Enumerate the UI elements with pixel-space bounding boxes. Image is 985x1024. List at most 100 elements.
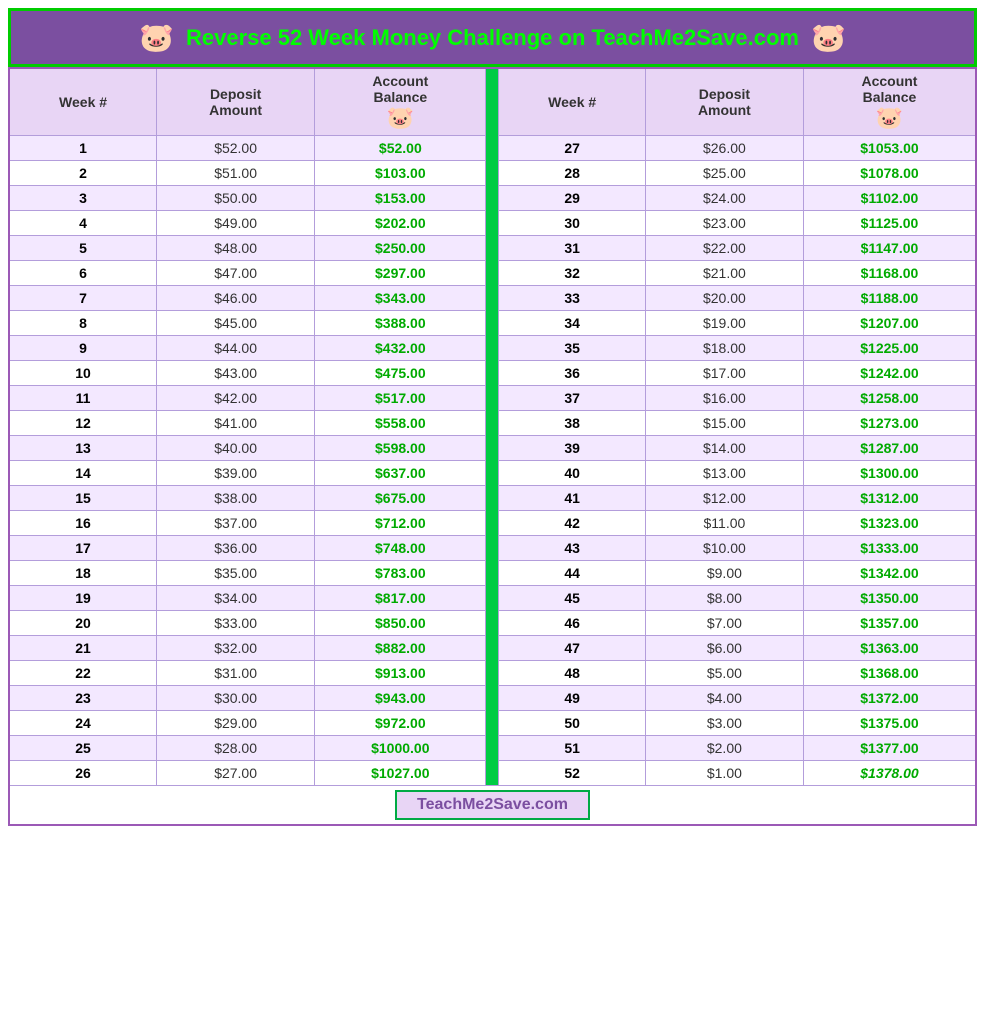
right-deposit-amount: $4.00 [645, 686, 803, 711]
right-balance-amount: $1312.00 [803, 486, 976, 511]
divider-col [486, 336, 499, 361]
right-balance-amount: $1273.00 [803, 411, 976, 436]
table-row: 9$44.00$432.0035$18.00$1225.00 [9, 336, 976, 361]
right-week-num: 32 [499, 261, 645, 286]
left-balance-amount: $343.00 [315, 286, 486, 311]
left-balance-amount: $850.00 [315, 611, 486, 636]
left-deposit-amount: $29.00 [157, 711, 315, 736]
left-week-num: 1 [9, 136, 157, 161]
footer-url: TeachMe2Save.com [395, 790, 590, 820]
page-wrapper: 🐷 Reverse 52 Week Money Challenge on Tea… [0, 0, 985, 834]
left-balance-amount: $598.00 [315, 436, 486, 461]
divider-col [486, 586, 499, 611]
right-balance-header: AccountBalance🐷 [803, 68, 976, 136]
right-week-num: 37 [499, 386, 645, 411]
right-week-num: 30 [499, 211, 645, 236]
left-week-header: Week # [9, 68, 157, 136]
left-deposit-amount: $45.00 [157, 311, 315, 336]
table-row: 12$41.00$558.0038$15.00$1273.00 [9, 411, 976, 436]
left-balance-amount: $297.00 [315, 261, 486, 286]
left-week-num: 12 [9, 411, 157, 436]
table-row: 23$30.00$943.0049$4.00$1372.00 [9, 686, 976, 711]
right-deposit-amount: $20.00 [645, 286, 803, 311]
left-week-num: 16 [9, 511, 157, 536]
right-week-num: 34 [499, 311, 645, 336]
table-row: 11$42.00$517.0037$16.00$1258.00 [9, 386, 976, 411]
table-row: 22$31.00$913.0048$5.00$1368.00 [9, 661, 976, 686]
right-week-num: 40 [499, 461, 645, 486]
left-week-num: 24 [9, 711, 157, 736]
divider-col [486, 536, 499, 561]
right-week-num: 38 [499, 411, 645, 436]
left-week-num: 25 [9, 736, 157, 761]
left-balance-amount: $388.00 [315, 311, 486, 336]
left-balance-amount: $675.00 [315, 486, 486, 511]
left-balance-amount: $475.00 [315, 361, 486, 386]
divider-col [486, 261, 499, 286]
left-week-num: 17 [9, 536, 157, 561]
table-row: 4$49.00$202.0030$23.00$1125.00 [9, 211, 976, 236]
left-week-num: 4 [9, 211, 157, 236]
left-week-num: 23 [9, 686, 157, 711]
right-balance-amount: $1225.00 [803, 336, 976, 361]
right-deposit-amount: $6.00 [645, 636, 803, 661]
left-balance-amount: $712.00 [315, 511, 486, 536]
left-balance-amount: $517.00 [315, 386, 486, 411]
left-balance-amount: $748.00 [315, 536, 486, 561]
table-row: 13$40.00$598.0039$14.00$1287.00 [9, 436, 976, 461]
table-row: 10$43.00$475.0036$17.00$1242.00 [9, 361, 976, 386]
left-week-num: 3 [9, 186, 157, 211]
right-balance-amount: $1258.00 [803, 386, 976, 411]
left-deposit-amount: $31.00 [157, 661, 315, 686]
right-week-num: 43 [499, 536, 645, 561]
left-balance-amount: $202.00 [315, 211, 486, 236]
right-week-num: 50 [499, 711, 645, 736]
left-balance-amount: $972.00 [315, 711, 486, 736]
right-deposit-amount: $26.00 [645, 136, 803, 161]
table-row: 17$36.00$748.0043$10.00$1333.00 [9, 536, 976, 561]
left-balance-header: AccountBalance🐷 [315, 68, 486, 136]
right-deposit-amount: $1.00 [645, 761, 803, 786]
left-deposit-amount: $42.00 [157, 386, 315, 411]
pig-icon-right: 🐷 [811, 21, 846, 54]
right-week-num: 36 [499, 361, 645, 386]
table-row: 14$39.00$637.0040$13.00$1300.00 [9, 461, 976, 486]
table-row: 26$27.00$1027.0052$1.00$1378.00 [9, 761, 976, 786]
left-week-num: 26 [9, 761, 157, 786]
divider-col [486, 561, 499, 586]
right-balance-amount: $1368.00 [803, 661, 976, 686]
left-deposit-amount: $51.00 [157, 161, 315, 186]
right-week-num: 47 [499, 636, 645, 661]
right-balance-amount: $1372.00 [803, 686, 976, 711]
right-deposit-amount: $13.00 [645, 461, 803, 486]
right-week-num: 31 [499, 236, 645, 261]
left-deposit-amount: $33.00 [157, 611, 315, 636]
divider-col [486, 436, 499, 461]
right-deposit-amount: $14.00 [645, 436, 803, 461]
left-week-num: 15 [9, 486, 157, 511]
table-row: 8$45.00$388.0034$19.00$1207.00 [9, 311, 976, 336]
left-balance-amount: $1027.00 [315, 761, 486, 786]
left-week-num: 5 [9, 236, 157, 261]
left-deposit-amount: $28.00 [157, 736, 315, 761]
right-balance-amount: $1333.00 [803, 536, 976, 561]
table-row: 7$46.00$343.0033$20.00$1188.00 [9, 286, 976, 311]
divider-col [486, 761, 499, 786]
left-week-num: 14 [9, 461, 157, 486]
right-deposit-amount: $21.00 [645, 261, 803, 286]
left-balance-amount: $153.00 [315, 186, 486, 211]
table-row: 6$47.00$297.0032$21.00$1168.00 [9, 261, 976, 286]
left-week-num: 9 [9, 336, 157, 361]
left-deposit-amount: $52.00 [157, 136, 315, 161]
divider-col [486, 311, 499, 336]
divider-col [486, 386, 499, 411]
right-week-num: 52 [499, 761, 645, 786]
divider-col [486, 686, 499, 711]
column-header-row: Week # DepositAmount AccountBalance🐷 Wee… [9, 68, 976, 136]
left-week-num: 13 [9, 436, 157, 461]
left-deposit-amount: $30.00 [157, 686, 315, 711]
table-row: 21$32.00$882.0047$6.00$1363.00 [9, 636, 976, 661]
left-deposit-amount: $32.00 [157, 636, 315, 661]
right-deposit-amount: $2.00 [645, 736, 803, 761]
table-row: 19$34.00$817.0045$8.00$1350.00 [9, 586, 976, 611]
